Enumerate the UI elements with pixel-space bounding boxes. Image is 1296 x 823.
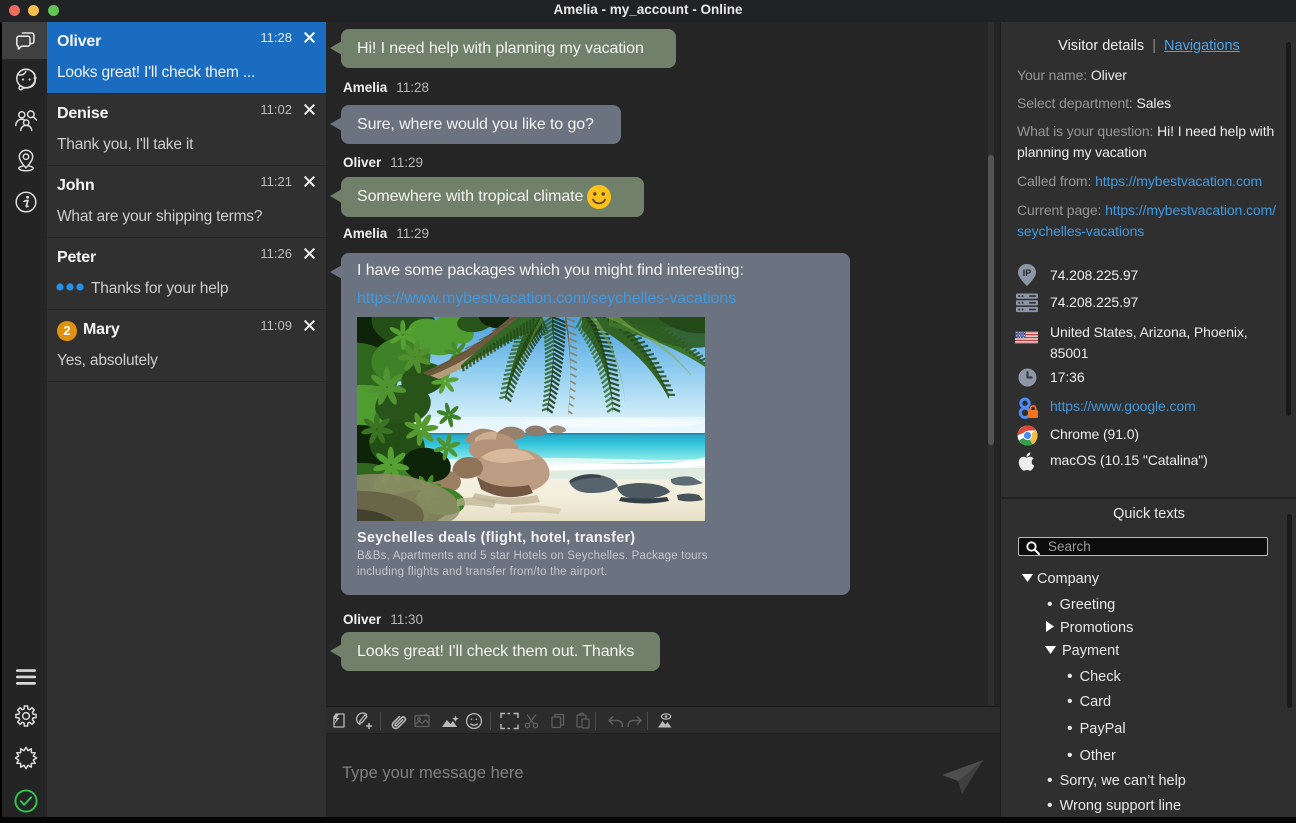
svg-text:IP: IP <box>1023 268 1032 278</box>
